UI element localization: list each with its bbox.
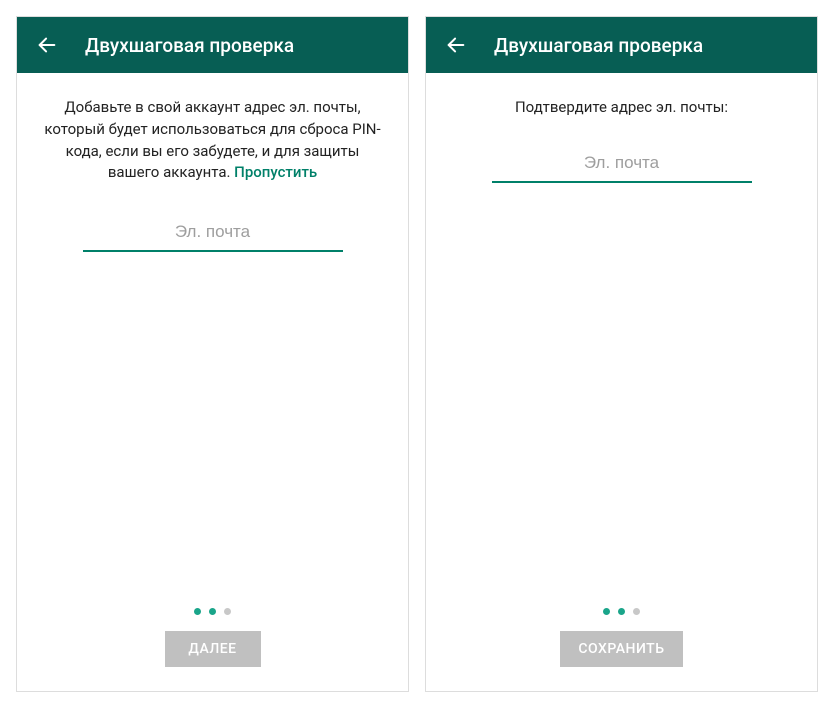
instruction-text: Добавьте в свой аккаунт адрес эл. почты,… [41, 97, 384, 184]
email-field-wrap [41, 216, 384, 252]
page-indicator [41, 608, 384, 615]
instruction-body: Добавьте в свой аккаунт адрес эл. почты,… [44, 98, 380, 181]
email-field-wrap [450, 147, 793, 183]
appbar: Двухшаговая проверка [426, 17, 817, 73]
skip-link[interactable]: Пропустить [234, 163, 317, 181]
email-input[interactable] [83, 216, 343, 252]
dot [603, 608, 610, 615]
appbar-title: Двухшаговая проверка [85, 34, 294, 57]
arrow-left-icon [445, 34, 467, 56]
dot [224, 608, 231, 615]
content: Подтвердите адрес эл. почты: СОХРАНИТЬ [426, 73, 817, 691]
dot [618, 608, 625, 615]
appbar-title: Двухшаговая проверка [494, 34, 703, 57]
content: Добавьте в свой аккаунт адрес эл. почты,… [17, 73, 408, 691]
screen-add-email: Двухшаговая проверка Добавьте в свой акк… [16, 16, 409, 692]
save-button[interactable]: СОХРАНИТЬ [560, 631, 682, 667]
back-button[interactable] [442, 31, 470, 59]
email-confirm-input[interactable] [492, 147, 752, 183]
page-indicator [450, 608, 793, 615]
instruction-text: Подтвердите адрес эл. почты: [450, 97, 793, 119]
back-button[interactable] [33, 31, 61, 59]
dot [194, 608, 201, 615]
dot [209, 608, 216, 615]
appbar: Двухшаговая проверка [17, 17, 408, 73]
arrow-left-icon [36, 34, 58, 56]
next-button[interactable]: ДАЛЕЕ [165, 631, 261, 667]
dot [633, 608, 640, 615]
screen-confirm-email: Двухшаговая проверка Подтвердите адрес э… [425, 16, 818, 692]
